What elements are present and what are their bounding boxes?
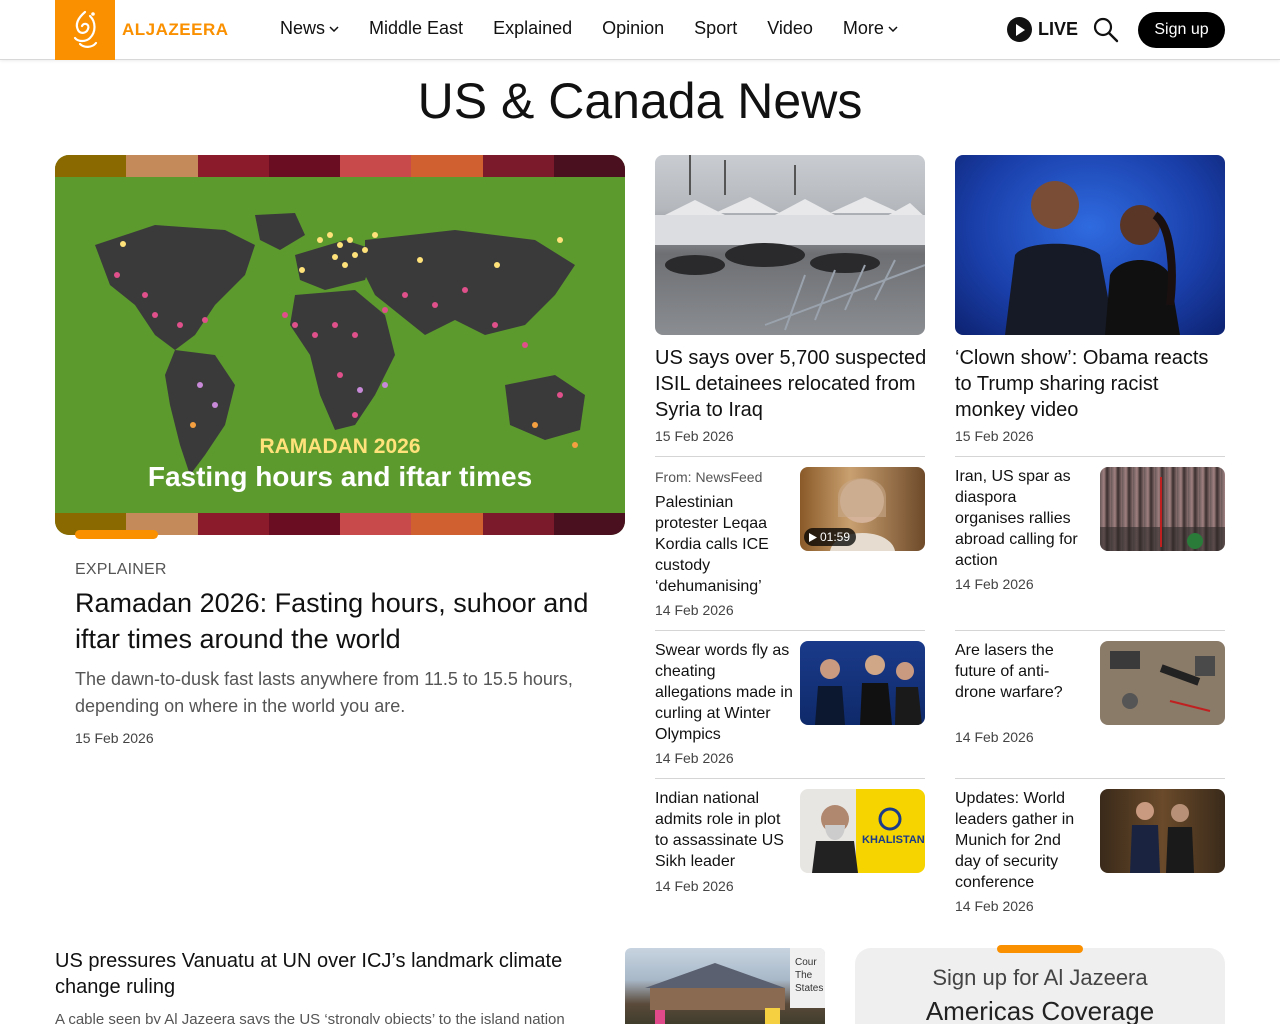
featured-headline-obama[interactable]: ‘Clown show’: Obama reacts to Trump shar… <box>955 345 1225 423</box>
hero-image-caption-line1: RAMADAN 2026 <box>259 435 421 458</box>
newsletter-title: Americas Coverage <box>925 996 1155 1024</box>
search-icon <box>1093 17 1119 43</box>
nav-label: Opinion <box>602 18 665 38</box>
hero-image[interactable]: RAMADAN 2026 Fasting hours and iftar tim… <box>55 155 625 535</box>
sign-up-button[interactable]: Sign up <box>1138 12 1225 48</box>
camp-scene-graphic <box>655 155 925 331</box>
bottom-image-icj[interactable]: Cour The States <box>625 948 825 1024</box>
nav-item-explained[interactable]: Explained <box>493 18 572 39</box>
divider <box>655 630 925 631</box>
nav-item-video[interactable]: Video <box>767 18 813 39</box>
featured-date: 15 Feb 2026 <box>655 428 734 444</box>
logo-wordmark[interactable]: ALJAZEERA <box>122 20 229 40</box>
hero-date: 15 Feb 2026 <box>75 730 154 746</box>
video-duration-badge: 01:59 <box>804 528 857 546</box>
newsletter-accent-bar <box>997 945 1083 953</box>
site-header: ALJAZEERA News Middle East Explained Opi… <box>0 0 1280 60</box>
nav-label: Video <box>767 18 813 38</box>
main-nav: News Middle East Explained Opinion Sport… <box>280 18 928 39</box>
nav-label: Sport <box>694 18 738 38</box>
aljazeera-logo[interactable] <box>55 0 115 60</box>
story-date: 14 Feb 2026 <box>655 750 734 766</box>
story-thumb-kordia[interactable]: 01:59 <box>800 467 925 551</box>
story-date: 14 Feb 2026 <box>655 878 734 894</box>
rally-graphic <box>1100 477 1225 551</box>
page-title: US & Canada News <box>417 73 863 129</box>
nav-item-sport[interactable]: Sport <box>694 18 737 39</box>
chevron-down-icon <box>888 25 898 32</box>
nav-item-more[interactable]: More <box>843 18 898 39</box>
story-thumb-iran-rally[interactable] <box>1100 467 1225 551</box>
chevron-down-icon <box>329 25 339 32</box>
featured-image-obama[interactable] <box>955 155 1225 335</box>
divider <box>655 778 925 779</box>
video-duration: 01:59 <box>820 530 851 544</box>
nav-label: News <box>280 18 326 38</box>
featured-headline-detainees[interactable]: US says over 5,700 suspected ISIL detain… <box>655 345 930 423</box>
story-headline-lasers[interactable]: Are lasers the future of anti-drone warf… <box>955 640 1090 703</box>
live-label: LIVE <box>1038 19 1079 39</box>
divider <box>955 456 1225 457</box>
aljazeera-emblem-icon <box>73 10 98 48</box>
workbench-graphic <box>1110 651 1215 712</box>
featured-image-detainees[interactable] <box>655 155 925 335</box>
hero-headline-link[interactable]: Ramadan 2026: Fasting hours, suhoor and … <box>75 585 615 657</box>
nav-item-opinion[interactable]: Opinion <box>602 18 664 39</box>
hero-image-caption-line2: Fasting hours and iftar times <box>147 461 533 492</box>
story-date: 14 Feb 2026 <box>955 576 1034 592</box>
search-button[interactable] <box>1093 16 1119 44</box>
story-date: 14 Feb 2026 <box>655 602 734 618</box>
story-date: 14 Feb 2026 <box>955 729 1034 745</box>
nav-label: More <box>842 18 884 38</box>
story-date: 14 Feb 2026 <box>955 898 1034 914</box>
story-thumb-lasers[interactable] <box>1100 641 1225 725</box>
story-headline-munich[interactable]: Updates: World leaders gather in Munich … <box>955 788 1090 893</box>
man-with-flag-graphic <box>812 805 902 873</box>
divider <box>655 456 925 457</box>
story-headline-iran-us[interactable]: Iran, US spar as diaspora organises rall… <box>955 466 1090 571</box>
color-stripe-top <box>55 155 625 177</box>
story-headline-curling[interactable]: Swear words fly as cheating allegations … <box>655 640 795 745</box>
play-icon <box>1007 17 1032 42</box>
hero-description: The dawn-to-dusk fast lasts anywhere fro… <box>75 669 573 716</box>
thumb-flag-text: KHALISTAN <box>862 834 925 846</box>
nav-label: Explained <box>493 18 573 38</box>
story-thumb-sikh[interactable]: KHALISTAN <box>800 789 925 873</box>
story-headline-kordia[interactable]: Palestinian protester Leqaa Kordia calls… <box>655 492 790 597</box>
nav-item-middle-east[interactable]: Middle East <box>369 18 463 39</box>
hero-accent-bar <box>75 530 158 539</box>
bottom-headline-vanuatu[interactable]: US pressures Vanuatu at UN over ICJ’s la… <box>55 948 595 1000</box>
story-headline-sikh-plot[interactable]: Indian national admits role in plot to a… <box>655 788 795 872</box>
story-thumb-curling[interactable] <box>800 641 925 725</box>
story-thumb-munich[interactable] <box>1100 789 1225 873</box>
hero-kicker: EXPLAINER <box>75 561 167 578</box>
divider <box>955 630 1225 631</box>
bottom-description: A cable seen by Al Jazeera says the US ‘… <box>55 1011 565 1024</box>
people-scene-graphic <box>1005 181 1180 335</box>
nav-label: Middle East <box>369 18 464 38</box>
bottom-image-sign-text: Cour The States <box>795 957 824 994</box>
featured-date: 15 Feb 2026 <box>955 428 1034 444</box>
live-button[interactable]: LIVE <box>1007 17 1078 42</box>
nav-item-news[interactable]: News <box>280 18 339 39</box>
athletes-graphic <box>815 655 922 725</box>
divider <box>955 778 1225 779</box>
leaders-graphic <box>1130 802 1194 873</box>
story-source: From: NewsFeed <box>655 469 763 485</box>
play-icon <box>809 532 817 542</box>
newsletter-label: Sign up for Al Jazeera <box>932 965 1148 990</box>
